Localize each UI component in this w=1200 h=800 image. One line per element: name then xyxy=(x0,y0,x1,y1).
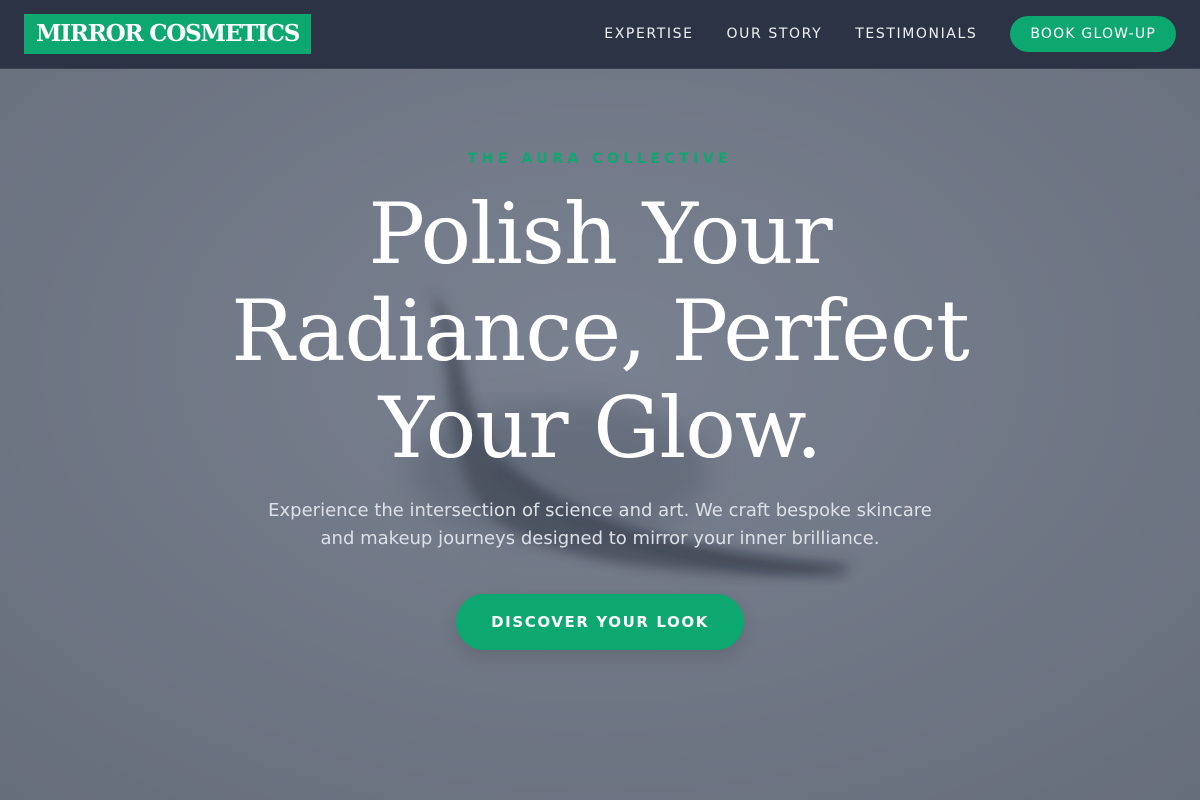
nav-link-expertise[interactable]: EXPERTISE xyxy=(604,26,693,42)
nav-link-testimonials[interactable]: TESTIMONIALS xyxy=(855,26,977,42)
hero-subtext: Experience the intersection of science a… xyxy=(268,500,932,549)
brand-logo[interactable]: MIRROR COSMETICS xyxy=(24,14,312,54)
top-navbar: MIRROR COSMETICS EXPERTISE OUR STORY TES… xyxy=(0,0,1200,69)
nav-link-our-story[interactable]: OUR STORY xyxy=(727,26,823,42)
book-glow-up-button[interactable]: BOOK GLOW-UP xyxy=(1010,16,1176,52)
nav-links: EXPERTISE OUR STORY TESTIMONIALS BOOK GL… xyxy=(571,16,1176,52)
discover-your-look-button[interactable]: DISCOVER YOUR LOOK xyxy=(456,594,744,650)
hero-eyebrow: THE AURA COLLECTIVE xyxy=(467,151,733,167)
hero-headline: Polish Your Radiance, Perfect Your Glow. xyxy=(231,185,969,477)
landing-page: MIRROR COSMETICS EXPERTISE OUR STORY TES… xyxy=(0,0,1200,800)
hero-section: THE AURA COLLECTIVE Polish Your Radiance… xyxy=(0,69,1200,800)
